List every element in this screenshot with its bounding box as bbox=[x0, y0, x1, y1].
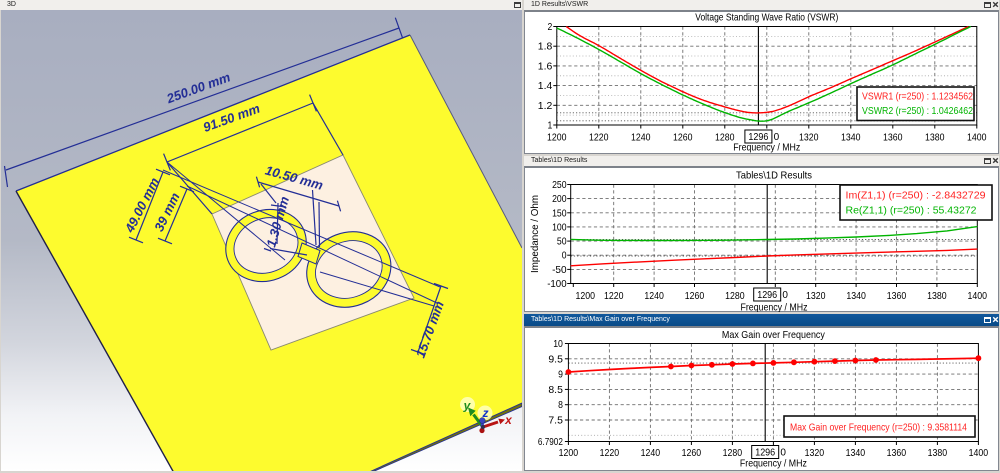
svg-text:Frequency / MHz: Frequency / MHz bbox=[740, 459, 807, 470]
svg-text:1200: 1200 bbox=[576, 290, 596, 302]
svg-text:1260: 1260 bbox=[673, 132, 693, 144]
svg-text:1340: 1340 bbox=[841, 132, 861, 144]
svg-text:1.4: 1.4 bbox=[538, 80, 553, 92]
svg-text:10: 10 bbox=[553, 338, 563, 350]
svg-text:z: z bbox=[482, 406, 489, 420]
svg-text:1400: 1400 bbox=[969, 447, 989, 459]
svg-text:50: 50 bbox=[557, 236, 567, 248]
svg-text:2: 2 bbox=[548, 21, 553, 33]
svg-text:x: x bbox=[504, 413, 513, 427]
svg-text:y: y bbox=[463, 399, 472, 413]
svg-text:9.5: 9.5 bbox=[548, 353, 563, 365]
svg-text:1220: 1220 bbox=[604, 290, 624, 302]
svg-text:0: 0 bbox=[562, 250, 567, 262]
svg-text:1240: 1240 bbox=[644, 290, 664, 302]
svg-text:1220: 1220 bbox=[589, 132, 609, 144]
svg-text:1260: 1260 bbox=[685, 290, 705, 302]
svg-text:Im(Z1,1) (r=250) : -2.8432729: Im(Z1,1) (r=250) : -2.8432729 bbox=[846, 190, 986, 202]
svg-text:1380: 1380 bbox=[927, 290, 947, 302]
svg-text:1200: 1200 bbox=[559, 447, 579, 459]
svg-text:1360: 1360 bbox=[883, 132, 903, 144]
svg-text:1: 1 bbox=[548, 120, 553, 132]
svg-text:1.2: 1.2 bbox=[538, 100, 553, 112]
svg-text:VSWR1 (r=250) : 1.1234562: VSWR1 (r=250) : 1.1234562 bbox=[862, 91, 973, 103]
svg-text:1200: 1200 bbox=[547, 132, 567, 144]
svg-text:1240: 1240 bbox=[641, 447, 661, 459]
svg-text:Frequency / MHz: Frequency / MHz bbox=[733, 143, 800, 154]
svg-text:-100: -100 bbox=[547, 278, 567, 290]
svg-text:1240: 1240 bbox=[631, 132, 651, 144]
svg-text:1380: 1380 bbox=[925, 132, 945, 144]
svg-text:-50: -50 bbox=[552, 264, 567, 276]
svg-text:Max Gain over Frequency: Max Gain over Frequency bbox=[722, 329, 826, 341]
svg-text:VSWR2 (r=250) : 1.0426462: VSWR2 (r=250) : 1.0426462 bbox=[862, 105, 973, 117]
svg-text:1400: 1400 bbox=[967, 132, 987, 144]
svg-text:200: 200 bbox=[552, 193, 567, 205]
svg-text:Re(Z1,1) (r=250) : 55.43272: Re(Z1,1) (r=250) : 55.43272 bbox=[846, 205, 977, 217]
svg-text:8: 8 bbox=[558, 399, 563, 411]
svg-text:1340: 1340 bbox=[846, 290, 866, 302]
svg-text:250: 250 bbox=[552, 179, 567, 191]
svg-text:1380: 1380 bbox=[928, 447, 948, 459]
svg-text:0: 0 bbox=[774, 132, 780, 143]
svg-text:100: 100 bbox=[552, 221, 567, 233]
svg-text:1220: 1220 bbox=[600, 447, 620, 459]
svg-text:1296: 1296 bbox=[755, 448, 775, 459]
svg-text:0: 0 bbox=[782, 290, 788, 301]
svg-text:Impedance / Ohm: Impedance / Ohm bbox=[530, 195, 541, 273]
svg-text:1.8: 1.8 bbox=[538, 41, 553, 53]
svg-text:1320: 1320 bbox=[799, 132, 819, 144]
svg-text:1320: 1320 bbox=[805, 447, 825, 459]
svg-text:Voltage Standing Wave Ratio (V: Voltage Standing Wave Ratio (VSWR) bbox=[695, 12, 838, 24]
svg-text:1280: 1280 bbox=[723, 447, 743, 459]
svg-text:0: 0 bbox=[780, 448, 786, 459]
svg-text:1296: 1296 bbox=[757, 290, 777, 301]
svg-text:1340: 1340 bbox=[846, 447, 866, 459]
svg-text:Max Gain over Frequency (r=250: Max Gain over Frequency (r=250) : 9.3581… bbox=[790, 422, 967, 434]
svg-text:1360: 1360 bbox=[887, 290, 907, 302]
svg-text:1360: 1360 bbox=[887, 447, 907, 459]
svg-text:1400: 1400 bbox=[968, 290, 988, 302]
svg-text:9: 9 bbox=[558, 369, 563, 381]
svg-text:1296: 1296 bbox=[748, 132, 768, 143]
svg-text:1260: 1260 bbox=[682, 447, 702, 459]
svg-text:1280: 1280 bbox=[715, 132, 735, 144]
svg-text:1.6: 1.6 bbox=[538, 60, 553, 72]
svg-text:150: 150 bbox=[552, 207, 567, 219]
svg-text:7.5: 7.5 bbox=[548, 415, 563, 427]
svg-text:8.5: 8.5 bbox=[548, 384, 563, 396]
svg-text:Frequency / MHz: Frequency / MHz bbox=[741, 303, 808, 313]
svg-text:1280: 1280 bbox=[725, 290, 745, 302]
svg-text:Tables\1D Results: Tables\1D Results bbox=[736, 170, 812, 182]
svg-text:1320: 1320 bbox=[806, 290, 826, 302]
